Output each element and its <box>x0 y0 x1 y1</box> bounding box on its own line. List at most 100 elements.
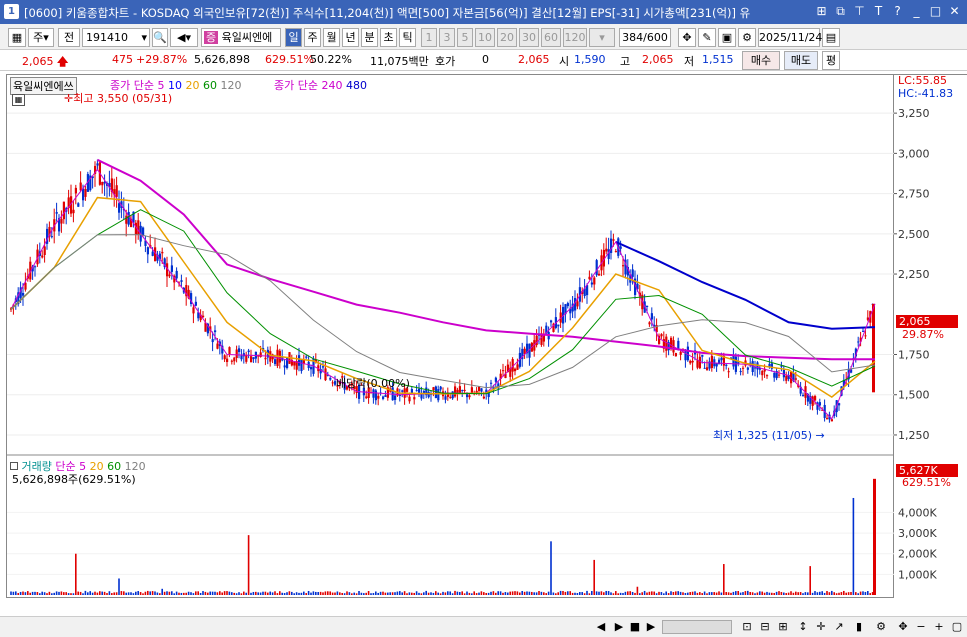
volume-bar <box>677 591 679 595</box>
help-icon[interactable]: ? <box>889 3 906 20</box>
stock-name-field[interactable]: 증 육일씨엔에 <box>201 28 281 47</box>
scroll-left-icon[interactable]: ◀ <box>594 620 608 634</box>
bar-icon[interactable]: ▮ <box>852 620 866 634</box>
settings-icon[interactable]: ⚙ <box>874 620 888 634</box>
chart-panel[interactable]: 2024/04060708091011122025/01030405060708… <box>6 74 895 598</box>
date-input[interactable]: 2025/11/24 <box>758 28 822 47</box>
volume-bar <box>521 590 523 595</box>
volume-bar <box>101 591 103 595</box>
table-icon[interactable]: ▦ <box>12 94 25 106</box>
volume-bar <box>780 591 783 595</box>
volume-bar <box>595 591 598 595</box>
volume-bar <box>243 591 245 595</box>
link-icon[interactable]: ⊞ <box>813 3 830 20</box>
volume-bar <box>403 591 406 595</box>
count-field[interactable]: 384/600 <box>619 28 671 47</box>
line-icon[interactable]: ↗ <box>832 620 846 634</box>
interval-3-button[interactable]: 3 <box>439 28 455 47</box>
zoom-icon[interactable]: ⊡ <box>740 620 754 634</box>
interval-10-button[interactable]: 10 <box>475 28 495 47</box>
crosshair-icon[interactable]: ✛ <box>814 620 828 634</box>
volume-bar <box>384 592 387 595</box>
play-icon[interactable]: ▶ <box>612 620 626 634</box>
minimize-icon[interactable]: _ <box>908 3 925 20</box>
scrollbar[interactable] <box>662 620 732 634</box>
search-icon[interactable]: 🔍 <box>152 28 168 47</box>
volume-bar <box>120 591 123 595</box>
price-change-pct: +29.87% <box>136 53 188 66</box>
interval-5-button[interactable]: 5 <box>457 28 473 47</box>
ma480-line <box>615 240 876 330</box>
volume-bar <box>341 592 343 595</box>
period-minute-tab[interactable]: 분 <box>361 28 378 47</box>
volume-bar <box>603 592 605 595</box>
grid-icon[interactable]: ⊟ <box>758 620 772 634</box>
volume-bar <box>34 591 36 595</box>
volume-bar <box>526 591 528 595</box>
layout-icon[interactable]: ▦ <box>8 28 26 47</box>
volume-bar <box>29 592 31 595</box>
font-icon[interactable]: T <box>870 3 887 20</box>
volume-bar <box>447 591 449 595</box>
volume-bar <box>279 591 281 595</box>
period-month-tab[interactable]: 월 <box>323 28 340 47</box>
expand-icon[interactable]: ✥ <box>896 620 910 634</box>
candle-body <box>595 260 598 276</box>
interval-1-button[interactable]: 1 <box>421 28 437 47</box>
restore-icon[interactable]: ⧉ <box>832 3 849 20</box>
hc-label: HC:-41.83 <box>898 87 954 100</box>
pin-icon[interactable]: ⊤ <box>851 3 868 20</box>
interval-30-button[interactable]: 30 <box>519 28 539 47</box>
volume-bar <box>175 591 178 595</box>
zoom-in-icon[interactable]: + <box>932 620 946 634</box>
draw-icon[interactable]: ✎ <box>698 28 716 47</box>
volume-bar <box>319 591 322 595</box>
crosshair-icon[interactable]: ✥ <box>678 28 696 47</box>
sound-icon[interactable]: ◀▾ <box>170 28 198 47</box>
close-icon[interactable]: ✕ <box>946 3 963 20</box>
interval-120-button[interactable]: 120 <box>563 28 587 47</box>
scroll-right-icon[interactable]: ▶ <box>644 620 658 634</box>
save-icon[interactable]: ▣ <box>718 28 736 47</box>
volume-bar <box>202 591 204 595</box>
settings-icon[interactable]: ⚙ <box>738 28 756 47</box>
volume-bar <box>123 591 125 595</box>
maximize-icon[interactable]: □ <box>927 3 944 20</box>
period-week-tab[interactable]: 주 <box>304 28 321 47</box>
candle-body <box>461 390 464 392</box>
eval-button[interactable]: 평 <box>822 51 840 70</box>
volume-bar <box>219 591 221 595</box>
volume-bar <box>310 592 312 595</box>
sell-button[interactable]: 매도 <box>784 51 818 70</box>
period-day-tab[interactable]: 일 <box>285 28 302 47</box>
fit-icon[interactable]: ⊞ <box>776 620 790 634</box>
volume-bar <box>787 592 790 595</box>
zoom-out-icon[interactable]: − <box>914 620 928 634</box>
candle-body <box>60 219 63 224</box>
volume-bar <box>843 590 845 595</box>
period-year-tab[interactable]: 년 <box>342 28 359 47</box>
calendar-icon[interactable]: ▤ <box>822 28 840 47</box>
interval-select[interactable]: ▾ <box>589 28 615 47</box>
candle-body <box>293 361 296 366</box>
pointer-icon[interactable]: ↕ <box>796 620 810 634</box>
volume-bar <box>99 591 101 595</box>
interval-20-button[interactable]: 20 <box>497 28 517 47</box>
period-tick-tab[interactable]: 틱 <box>399 28 416 47</box>
period-second-tab[interactable]: 초 <box>380 28 397 47</box>
view-mode-button[interactable]: 전 <box>58 28 80 47</box>
candle-body <box>478 386 481 392</box>
volume-bar <box>814 591 816 595</box>
high-label: 고 <box>620 55 631 68</box>
candle-body <box>230 360 233 362</box>
buy-button[interactable]: 매수 <box>742 51 780 70</box>
interval-60-button[interactable]: 60 <box>541 28 561 47</box>
volume-bar <box>137 591 139 595</box>
period-type-select[interactable]: 주▾ <box>28 28 54 47</box>
fullscreen-icon[interactable]: ▢ <box>950 620 964 634</box>
stock-code-input[interactable]: 191410 ▾ <box>82 28 150 47</box>
volume-bar <box>411 592 413 595</box>
volume-bar <box>451 593 454 595</box>
stop-icon[interactable]: ■ <box>628 620 642 634</box>
candle-body <box>394 395 397 400</box>
